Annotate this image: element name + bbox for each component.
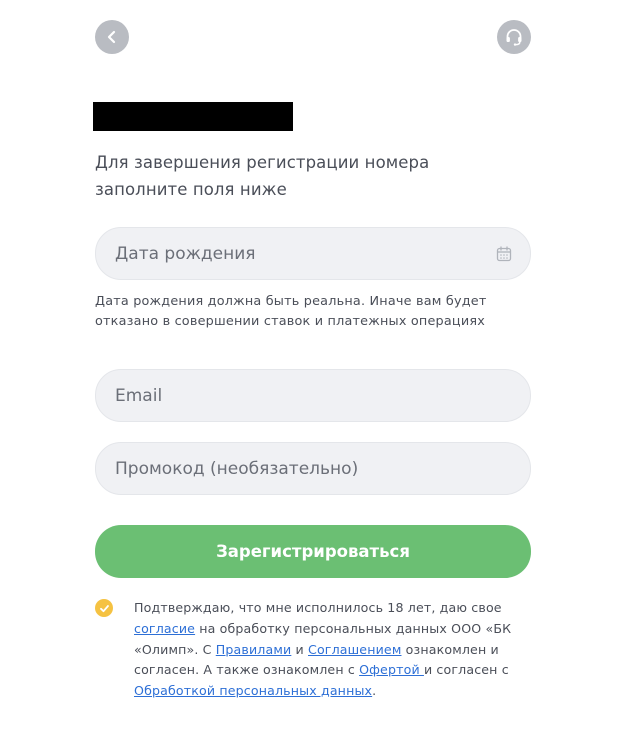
promo-code-input[interactable]: [115, 443, 530, 494]
rules-link[interactable]: Правилами: [216, 642, 292, 657]
birth-date-field[interactable]: [95, 227, 531, 280]
agreement-link[interactable]: Соглашением: [308, 642, 401, 657]
back-button[interactable]: [95, 20, 129, 54]
redacted-title: [93, 102, 293, 131]
email-field[interactable]: [95, 369, 531, 422]
support-button[interactable]: [497, 20, 531, 54]
calendar-icon[interactable]: [496, 246, 512, 262]
register-button[interactable]: Зарегистрироваться: [95, 525, 531, 578]
intro-text: Для завершения регистрации номера заполн…: [95, 153, 430, 199]
birth-date-input[interactable]: [115, 228, 530, 279]
consent-checkbox[interactable]: [95, 599, 113, 617]
consent-text: Подтверждаю, что мне исполнилось 18 лет,…: [134, 598, 534, 702]
consent-text-part: Подтверждаю, что мне исполнилось 18 лет,…: [134, 600, 502, 615]
personal-data-processing-link[interactable]: Обработкой персональных данных: [134, 683, 372, 698]
email-input[interactable]: [115, 370, 530, 421]
chevron-left-icon: [107, 30, 116, 44]
headset-icon: [506, 29, 522, 46]
consent-text-part: и согласен с: [423, 662, 509, 678]
promo-code-field[interactable]: [95, 442, 531, 495]
top-bar: [95, 20, 531, 54]
checkmark-icon: [99, 604, 109, 612]
consent-link[interactable]: согласие: [134, 621, 195, 636]
consent-text-part: .: [372, 683, 377, 699]
offer-link[interactable]: Офертой: [359, 662, 424, 677]
consent-text-part: и: [291, 641, 308, 657]
birth-date-hint: Дата рождения должна быть реальна. Иначе…: [95, 294, 487, 329]
